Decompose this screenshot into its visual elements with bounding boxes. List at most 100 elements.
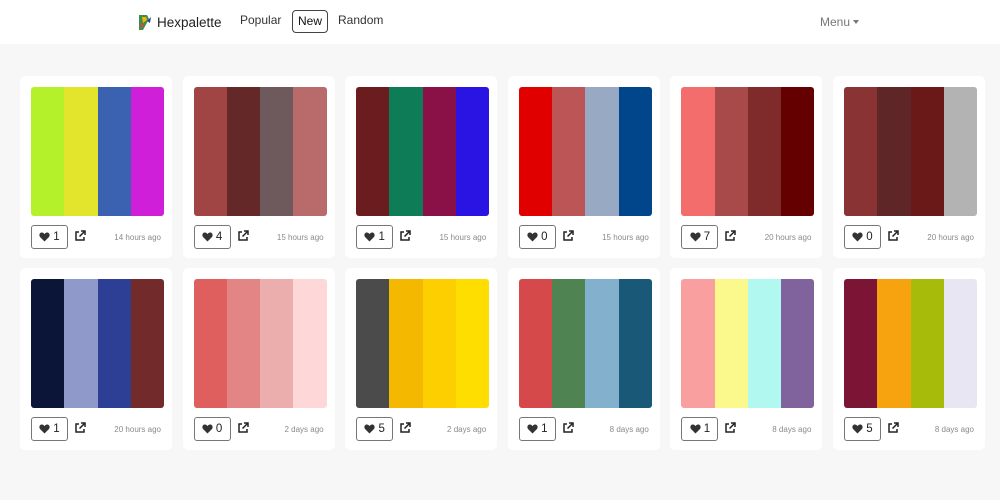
- like-button[interactable]: 0: [518, 225, 556, 249]
- external-link-icon[interactable]: [399, 421, 411, 433]
- like-button[interactable]: 1: [31, 225, 68, 249]
- color-swatch[interactable]: [293, 87, 327, 216]
- color-swatch[interactable]: [260, 279, 294, 408]
- external-link-icon[interactable]: [74, 421, 86, 433]
- color-swatch[interactable]: [618, 279, 652, 408]
- color-swatch[interactable]: [226, 87, 261, 216]
- palette-swatches[interactable]: [193, 279, 327, 408]
- like-count: 7: [703, 231, 711, 243]
- color-swatch[interactable]: [747, 87, 782, 216]
- like-count: 1: [53, 231, 60, 243]
- palette-swatches[interactable]: [31, 87, 164, 216]
- color-swatch[interactable]: [226, 279, 261, 408]
- palette-swatches[interactable]: [844, 87, 977, 216]
- color-swatch[interactable]: [422, 87, 456, 216]
- color-swatch[interactable]: [714, 279, 748, 408]
- like-button[interactable]: 1: [31, 417, 68, 441]
- external-link-icon[interactable]: [724, 421, 737, 433]
- color-swatch[interactable]: [64, 279, 98, 408]
- color-swatch[interactable]: [130, 279, 164, 408]
- like-button[interactable]: 4: [193, 225, 231, 249]
- color-swatch[interactable]: [681, 279, 715, 408]
- color-swatch[interactable]: [781, 279, 815, 408]
- color-swatch[interactable]: [781, 87, 815, 216]
- external-link-icon[interactable]: [237, 229, 249, 241]
- timestamp: 15 hours ago: [602, 233, 649, 242]
- palette-swatches[interactable]: [681, 279, 815, 408]
- external-link-icon[interactable]: [562, 421, 574, 433]
- color-swatch[interactable]: [943, 87, 977, 216]
- color-swatch[interactable]: [552, 87, 586, 216]
- heart-icon: [690, 232, 701, 242]
- menu-dropdown[interactable]: Menu: [820, 15, 860, 29]
- nav-new[interactable]: New: [292, 10, 329, 33]
- brand-link[interactable]: Hexpalette: [137, 11, 222, 33]
- color-swatch[interactable]: [910, 87, 944, 216]
- like-button[interactable]: 7: [681, 225, 719, 249]
- like-button[interactable]: 1: [356, 225, 394, 249]
- palette-swatches[interactable]: [193, 87, 327, 216]
- like-button[interactable]: 0: [193, 417, 231, 441]
- palette-swatches[interactable]: [681, 87, 815, 216]
- color-swatch[interactable]: [552, 279, 586, 408]
- external-link-icon[interactable]: [74, 229, 86, 241]
- external-link-icon[interactable]: [724, 229, 737, 241]
- palette-swatches[interactable]: [356, 87, 490, 216]
- color-swatch[interactable]: [31, 279, 65, 408]
- timestamp: 20 hours ago: [114, 425, 161, 434]
- external-link-icon[interactable]: [562, 229, 574, 241]
- like-count: 0: [866, 231, 873, 243]
- color-swatch[interactable]: [455, 279, 490, 408]
- color-swatch[interactable]: [518, 87, 553, 216]
- color-swatch[interactable]: [356, 87, 390, 216]
- nav-random[interactable]: Random: [338, 13, 383, 27]
- color-swatch[interactable]: [585, 87, 619, 216]
- color-swatch[interactable]: [714, 87, 748, 216]
- color-swatch[interactable]: [877, 279, 911, 408]
- palette-swatches[interactable]: [31, 279, 164, 408]
- heart-icon: [202, 232, 213, 242]
- color-swatch[interactable]: [130, 87, 164, 216]
- like-button[interactable]: 1: [518, 417, 556, 441]
- color-swatch[interactable]: [64, 87, 98, 216]
- like-button[interactable]: 1: [681, 417, 719, 441]
- color-swatch[interactable]: [943, 279, 977, 408]
- palette-swatches[interactable]: [518, 87, 652, 216]
- color-swatch[interactable]: [877, 87, 911, 216]
- color-swatch[interactable]: [389, 87, 423, 216]
- like-button[interactable]: 0: [844, 225, 881, 249]
- heart-icon: [852, 424, 863, 434]
- color-swatch[interactable]: [455, 87, 490, 216]
- color-swatch[interactable]: [293, 279, 327, 408]
- color-swatch[interactable]: [618, 87, 652, 216]
- color-swatch[interactable]: [422, 279, 456, 408]
- color-swatch[interactable]: [97, 279, 131, 408]
- external-link-icon[interactable]: [887, 229, 899, 241]
- color-swatch[interactable]: [193, 87, 227, 216]
- color-swatch[interactable]: [260, 87, 294, 216]
- like-button[interactable]: 5: [356, 417, 394, 441]
- like-button[interactable]: 5: [844, 417, 881, 441]
- nav-popular[interactable]: Popular: [240, 13, 281, 27]
- color-swatch[interactable]: [31, 87, 65, 216]
- color-swatch[interactable]: [585, 279, 619, 408]
- palette-swatches[interactable]: [356, 279, 490, 408]
- color-swatch[interactable]: [747, 279, 782, 408]
- color-swatch[interactable]: [97, 87, 131, 216]
- timestamp: 8 days ago: [609, 425, 649, 434]
- external-link-icon[interactable]: [399, 229, 411, 241]
- color-swatch[interactable]: [193, 279, 227, 408]
- color-swatch[interactable]: [389, 279, 423, 408]
- palette-swatches[interactable]: [844, 279, 977, 408]
- palette-card: 5 2 days ago: [345, 268, 498, 450]
- color-swatch[interactable]: [844, 87, 878, 216]
- external-link-icon[interactable]: [237, 421, 249, 433]
- color-swatch[interactable]: [518, 279, 553, 408]
- color-swatch[interactable]: [681, 87, 715, 216]
- palette-swatches[interactable]: [518, 279, 652, 408]
- color-swatch[interactable]: [844, 279, 878, 408]
- color-swatch[interactable]: [356, 279, 390, 408]
- external-link-icon[interactable]: [887, 421, 899, 433]
- color-swatch[interactable]: [910, 279, 944, 408]
- heart-icon: [202, 424, 213, 434]
